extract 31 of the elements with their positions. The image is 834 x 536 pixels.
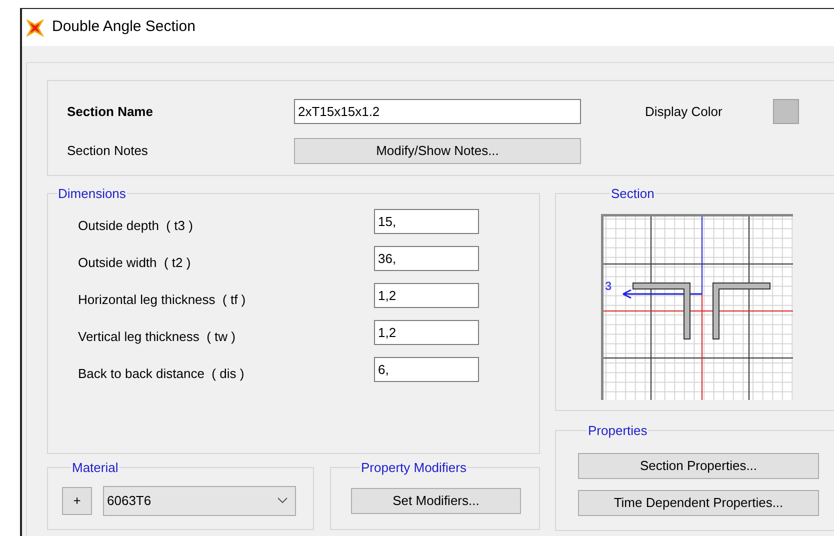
group-label: Dimensions [57,185,127,203]
group-label: Property Modifiers [360,459,468,477]
group-label: Section [610,185,656,203]
material-dropdown[interactable]: 6063T6 [103,486,296,516]
field-label: Section Name [67,102,154,121]
chevron-down-icon [277,497,288,504]
dimension-field[interactable]: 36, [374,246,479,270]
field-label: Display Color [645,102,724,121]
group-label: Material [71,459,120,477]
dimension-field[interactable]: 15, [374,208,479,234]
color-swatch[interactable] [773,99,799,124]
section-name-field[interactable]: 2xT15x15x1.2 [294,99,581,124]
field-label: Horizontal leg thickness ( tf ) [77,291,247,310]
window-title: Double Angle Section [52,17,196,38]
field-label: Back to back distance ( dis ) [77,365,246,384]
field-label: Vertical leg thickness ( tw ) [77,328,236,346]
group-label: Properties [587,422,648,440]
dimension-field[interactable]: 6, [374,356,479,382]
dimension-field[interactable]: 1,2 [374,320,479,344]
properties-button[interactable]: Section Properties... [578,452,819,478]
set-modifiers-button[interactable]: Set Modifiers... [351,488,521,514]
dropdown-value: 6063T6 [107,492,152,510]
field-label: Outside width ( t2 ) [77,254,192,272]
properties-button[interactable]: Time Dependent Properties... [578,490,819,516]
field-label: Outside depth ( t3 ) [77,217,194,236]
field-label: Section Notes [67,142,149,160]
section-preview-drawing: 3 [601,214,793,400]
modify-notes-button[interactable]: Modify/Show Notes... [294,138,581,164]
add-button[interactable]: + [62,486,92,514]
app-icon [25,18,45,38]
dimension-field[interactable]: 1,2 [374,282,479,308]
